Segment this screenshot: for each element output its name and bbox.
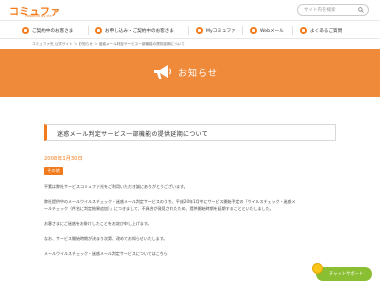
article-headline: 迷惑メール判定サービス一部機能の提供延期について xyxy=(44,124,336,141)
nav-divider xyxy=(242,26,243,35)
article-date: 2008年1月30日 xyxy=(44,156,83,162)
nav-divider xyxy=(292,26,293,35)
page-title: お知らせ xyxy=(178,69,218,79)
global-nav: ご契約中のお客さま お申し込み・ご契約中のお客さま Myコミュファ Webメール… xyxy=(0,20,380,39)
article-link[interactable]: メールウイルスチェック・迷惑メール判定サービスについてはこちら xyxy=(44,250,344,257)
mail-icon xyxy=(250,27,257,34)
site-header: コミュファ Powered by ctc サイト内を検索 xyxy=(0,0,380,20)
user-icon xyxy=(22,27,29,34)
nav-item-label: Webメール xyxy=(260,28,284,34)
category-badge: その他 xyxy=(44,167,63,175)
breadcrumb[interactable]: コミュファ光 公式サイト ＞ お知らせ ＞ 迷惑メール判定サービス一部機能の提供… xyxy=(32,42,185,47)
search-icon[interactable] xyxy=(358,7,364,13)
nav-item-label: お申し込み・ご契約中のお客さま xyxy=(105,28,174,34)
nav-divider xyxy=(88,26,89,35)
search-input[interactable]: サイト内を検索 xyxy=(297,4,369,16)
document-icon xyxy=(95,27,102,34)
nav-item-faq[interactable]: よくあるご質問 xyxy=(300,25,342,36)
nav-item-label: ご契約中のお客さま xyxy=(32,28,74,34)
logo-subtitle: Powered by ctc xyxy=(25,14,52,18)
nav-item-webmail[interactable]: Webメール xyxy=(250,25,284,36)
article-paragraph: なお、サービス開始時期が決まり次第、改めてお知らせいたします。 xyxy=(44,236,168,241)
nav-item-subscriber[interactable]: ご契約中のお客さま xyxy=(22,25,73,36)
article-paragraph: 平素は弊社サービスコミュファ光をご利用いただき誠にありがとうございます。 xyxy=(44,184,188,189)
article-title: 迷惑メール判定サービス一部機能の提供延期について xyxy=(57,131,209,138)
article-paragraph: お客さまにご迷惑をお掛けしたことをお詫び申し上げます。 xyxy=(44,221,152,226)
nav-item-application[interactable]: お申し込み・ご契約中のお客さま xyxy=(95,25,174,36)
mascot-icon xyxy=(312,263,323,274)
megaphone-icon xyxy=(154,65,172,79)
search-placeholder: サイト内を検索 xyxy=(304,8,336,13)
chat-support-label: チャットサポート xyxy=(329,272,364,277)
question-icon xyxy=(300,27,307,34)
page-banner: お知らせ xyxy=(0,49,380,97)
nav-item-label: よくあるご質問 xyxy=(310,28,343,34)
nav-divider xyxy=(188,26,189,35)
chat-support-button[interactable]: チャットサポート xyxy=(316,267,372,281)
nav-item-label: Myコミュファ xyxy=(206,28,236,34)
heart-icon xyxy=(196,27,203,34)
article-paragraph: ールチェック（件名に判定結果追加）」につきまして、不具合が発見されたため、提供開… xyxy=(44,206,274,211)
nav-item-my-commufa[interactable]: Myコミュファ xyxy=(196,25,236,36)
